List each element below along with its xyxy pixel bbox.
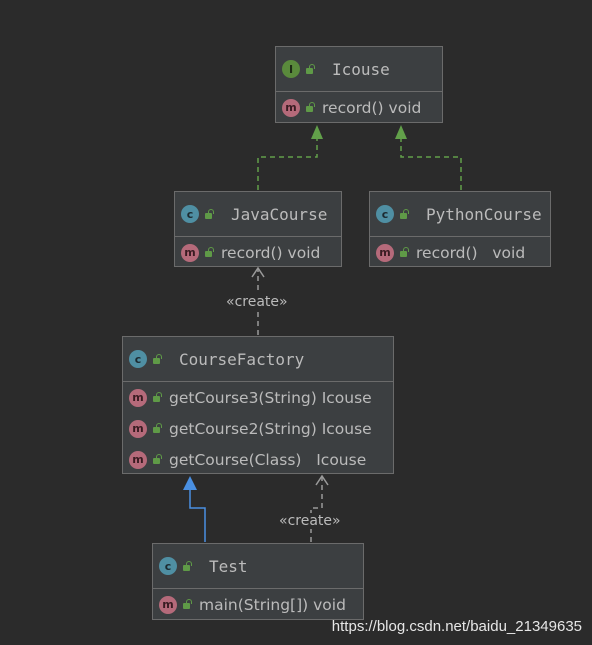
method-signature: record() void [322, 98, 422, 117]
class-icon: c [181, 205, 199, 223]
icouse-method-record[interactable]: m record() void [276, 92, 442, 123]
edge-pythoncourse-implements-icouse [400, 139, 462, 190]
public-lock-icon [182, 562, 191, 571]
method-icon: m [129, 450, 147, 469]
runnable-class-icon: c [159, 557, 177, 575]
public-lock-icon [305, 65, 314, 74]
method-icon: m [282, 98, 300, 117]
pythoncourse-header: c PythonCourse [370, 192, 550, 237]
public-lock-icon [305, 103, 314, 112]
pythoncourse-title: PythonCourse [426, 204, 542, 224]
javacourse-node[interactable]: c JavaCourse m record() void [174, 191, 342, 267]
interface-icon: I [282, 60, 300, 78]
public-lock-icon [152, 393, 161, 402]
method-signature: getCourse2(String) Icouse [169, 419, 372, 438]
edge-factory-create-arrowhead [251, 266, 265, 278]
icouse-node[interactable]: I Icouse m record() void [275, 46, 443, 123]
create-stereotype-label: «create» [226, 294, 288, 310]
method-icon: m [129, 419, 147, 438]
edge-test-extends-arrowhead [183, 476, 197, 490]
test-method-main[interactable]: m main(String[]) void [153, 589, 363, 620]
public-lock-icon [182, 600, 191, 609]
public-lock-icon [152, 355, 161, 364]
method-icon: m [376, 243, 394, 262]
icouse-header: I Icouse [276, 47, 442, 92]
coursefactory-method-getcourse2[interactable]: m getCourse2(String) Icouse [123, 413, 393, 444]
test-title: Test [209, 556, 248, 576]
edge-pythoncourse-implements-arrowhead [395, 125, 407, 139]
coursefactory-method-getcourse3[interactable]: m getCourse3(String) Icouse [123, 382, 393, 413]
public-lock-icon [399, 210, 408, 219]
coursefactory-method-getcourse[interactable]: m getCourse(Class) Icouse [123, 444, 393, 475]
icouse-title: Icouse [332, 59, 390, 79]
class-icon: c [129, 350, 147, 368]
edge-javacourse-implements-icouse [257, 139, 318, 190]
pythoncourse-method-record[interactable]: m record() void [370, 237, 550, 268]
test-header: c Test [153, 544, 363, 589]
source-watermark: https://blog.csdn.net/baidu_21349635 [331, 618, 582, 635]
method-signature: main(String[]) void [199, 595, 346, 614]
edge-javacourse-implements-arrowhead [311, 125, 323, 139]
javacourse-title: JavaCourse [231, 204, 328, 224]
pythoncourse-node[interactable]: c PythonCourse m record() void [369, 191, 551, 267]
create-stereotype-label: «create» [279, 513, 341, 529]
coursefactory-title: CourseFactory [179, 349, 305, 369]
method-signature: record() void [416, 243, 526, 262]
method-signature: record() void [221, 243, 321, 262]
javacourse-header: c JavaCourse [175, 192, 341, 237]
method-icon: m [181, 243, 199, 262]
edge-test-create-factory [310, 477, 323, 542]
method-signature: getCourse3(String) Icouse [169, 388, 372, 407]
edge-test-extends-factory [189, 490, 206, 542]
method-signature: getCourse(Class) Icouse [169, 450, 367, 469]
public-lock-icon [399, 248, 408, 257]
test-node[interactable]: c Test m main(String[]) void [152, 543, 364, 620]
public-lock-icon [152, 455, 161, 464]
coursefactory-node[interactable]: c CourseFactory m getCourse3(String) Ico… [122, 336, 394, 474]
public-lock-icon [204, 210, 213, 219]
coursefactory-header: c CourseFactory [123, 337, 393, 382]
method-icon: m [129, 388, 147, 407]
public-lock-icon [152, 424, 161, 433]
class-icon: c [376, 205, 394, 223]
javacourse-method-record[interactable]: m record() void [175, 237, 341, 268]
public-lock-icon [204, 248, 213, 257]
static-method-icon: m [159, 595, 177, 614]
